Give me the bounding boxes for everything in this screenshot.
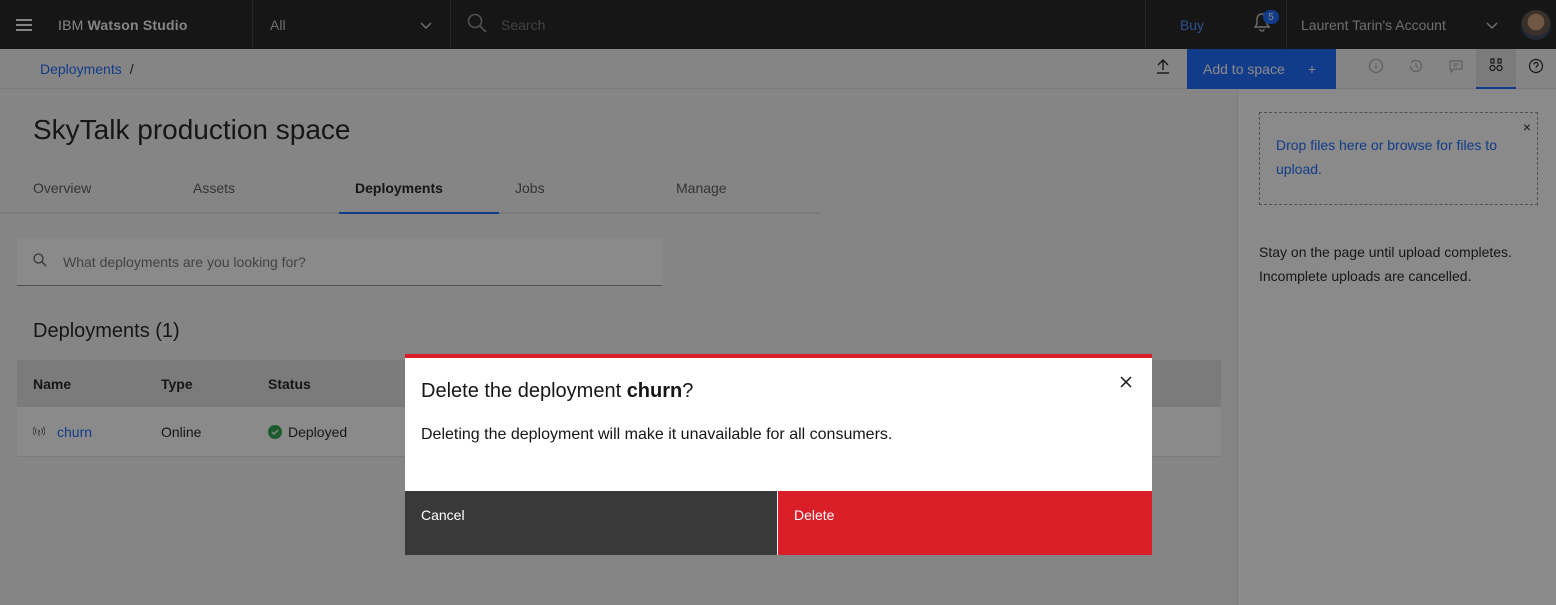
cancel-button[interactable]: Cancel bbox=[405, 491, 778, 555]
delete-button[interactable]: Delete bbox=[778, 491, 1152, 555]
modal-title: Delete the deployment churn? bbox=[421, 380, 693, 403]
modal-title-deployment-name: churn bbox=[626, 380, 683, 402]
modal-title-prefix: Delete the deployment bbox=[421, 380, 627, 402]
modal-close-button[interactable] bbox=[1118, 376, 1134, 392]
modal-body-text: Deleting the deployment will make it una… bbox=[421, 426, 893, 443]
close-icon bbox=[1120, 375, 1132, 393]
modal-footer: Cancel Delete bbox=[405, 491, 1152, 555]
delete-deployment-modal: Delete the deployment churn? Deleting th… bbox=[405, 354, 1152, 555]
modal-title-suffix: ? bbox=[682, 380, 694, 402]
